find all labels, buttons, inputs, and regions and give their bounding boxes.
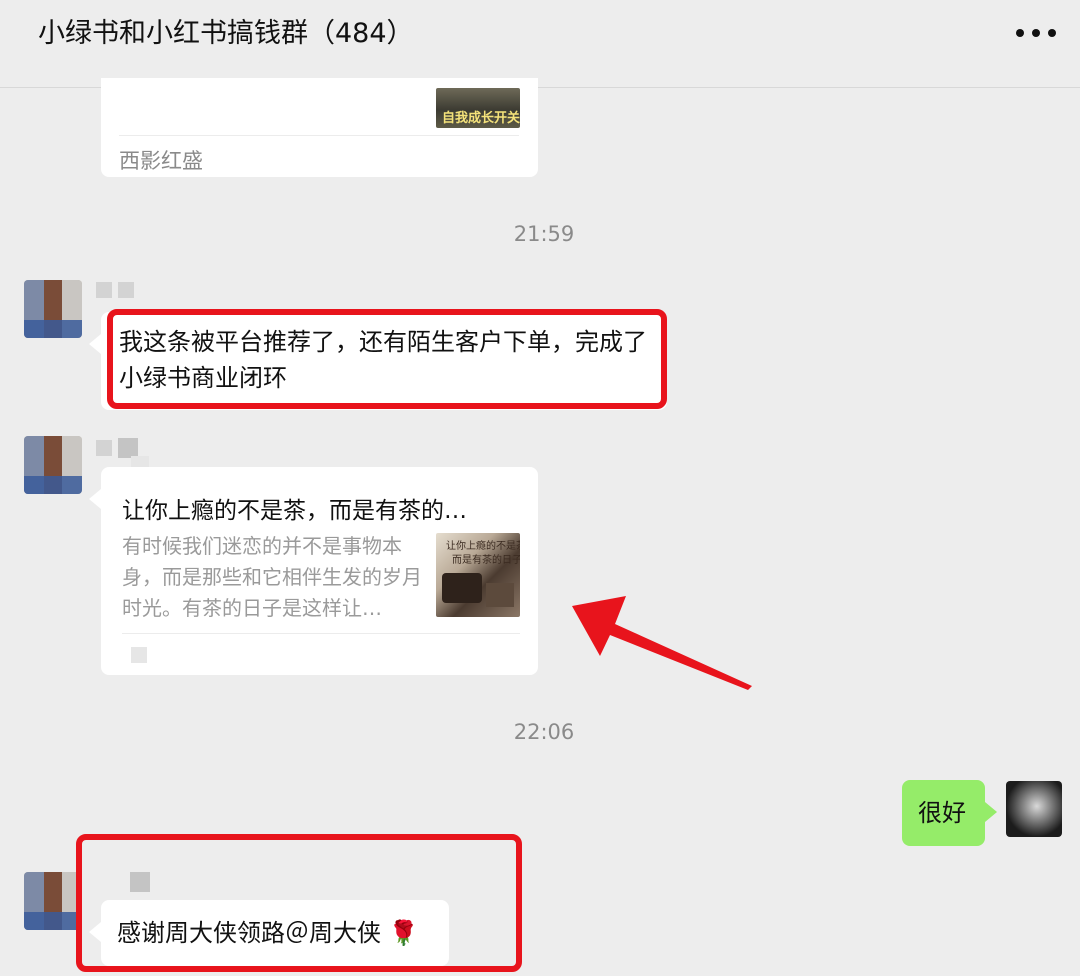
chat-header: 小绿书和小红书搞钱群（484） bbox=[0, 0, 1080, 88]
avatar[interactable] bbox=[24, 872, 82, 930]
timestamp: 22:06 bbox=[513, 720, 575, 744]
highlight-box bbox=[107, 309, 667, 409]
timestamp: 21:59 bbox=[513, 222, 575, 246]
card-source: 西影红盛 bbox=[119, 149, 203, 173]
avatar[interactable] bbox=[24, 280, 82, 338]
thumbnail-text: 让你上瘾的不是茶 bbox=[446, 541, 520, 552]
thumbnail-label: 自我成长开关 bbox=[442, 111, 520, 126]
card-description: 有时候我们迷恋的并不是事物本身，而是那些和它相伴生发的岁月时光。有茶的日子是这样… bbox=[122, 534, 422, 620]
article-thumbnail: 让你上瘾的不是茶 而是有茶的日子 bbox=[436, 533, 520, 617]
thumbnail-text: 而是有茶的日子 bbox=[452, 555, 520, 566]
more-dots-icon[interactable] bbox=[1016, 18, 1056, 48]
source-icon bbox=[131, 647, 147, 663]
message-text: 很好 bbox=[918, 799, 966, 827]
message-bubble-self[interactable]: 很好 bbox=[902, 780, 997, 846]
red-arrow-annotation bbox=[572, 596, 752, 690]
sender-name bbox=[96, 280, 134, 300]
article-card[interactable]: 让你上瘾的不是茶，而是有茶的… 有时候我们迷恋的并不是事物本身，而是那些和它相伴… bbox=[89, 467, 538, 675]
card-divider bbox=[122, 633, 520, 634]
card-divider bbox=[119, 135, 519, 136]
avatar[interactable] bbox=[24, 436, 82, 494]
article-card[interactable]: 自我成长开关 西影红盛 bbox=[101, 78, 538, 177]
sender-name bbox=[96, 438, 138, 458]
group-title: 小绿书和小红书搞钱群（484） bbox=[38, 18, 414, 49]
card-title: 让你上瘾的不是茶，而是有茶的… bbox=[122, 498, 467, 524]
article-thumbnail: 自我成长开关 bbox=[436, 88, 520, 128]
my-avatar[interactable] bbox=[1006, 781, 1062, 837]
highlight-box bbox=[76, 834, 522, 972]
